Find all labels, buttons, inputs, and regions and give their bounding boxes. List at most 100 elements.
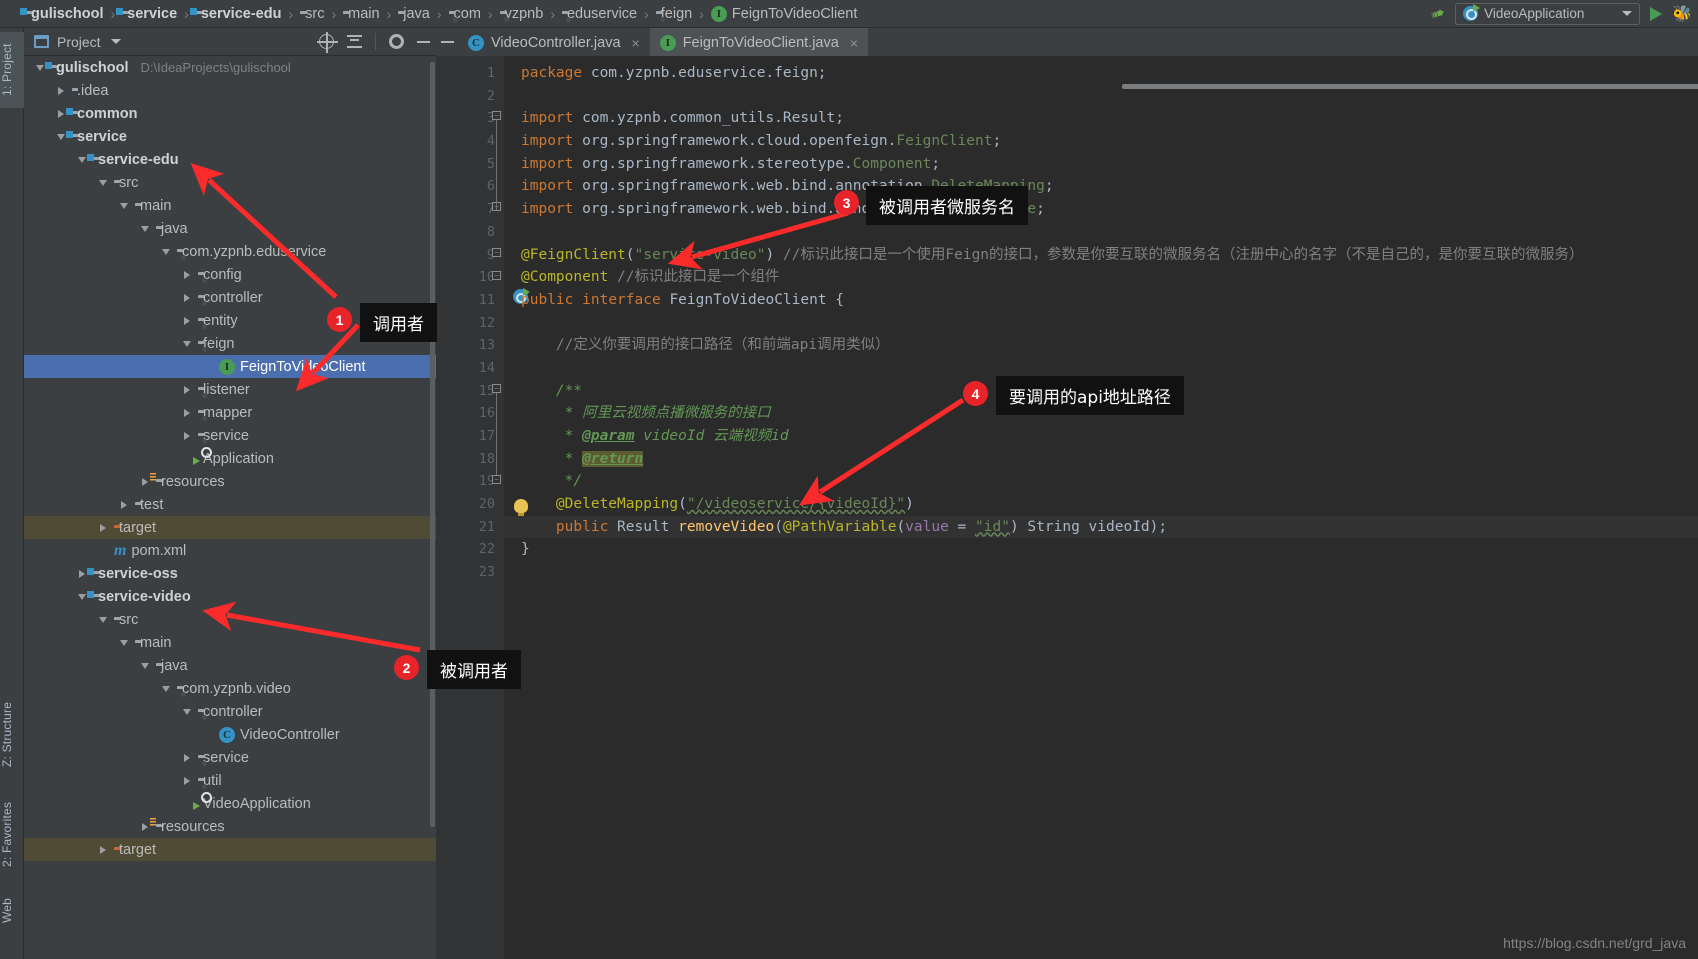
tree-node-src[interactable]: src — [24, 608, 436, 631]
breadcrumb-item-service[interactable]: service — [116, 6, 177, 22]
tree-node-common[interactable]: common — [24, 102, 436, 125]
breadcrumb-item-src[interactable]: src — [300, 6, 324, 22]
chevron-right-icon[interactable] — [181, 385, 193, 394]
tree-node-feigntovideoclient[interactable]: I FeignToVideoClient — [24, 355, 436, 378]
bug-icon[interactable]: 🐝 — [1672, 4, 1692, 24]
tree-node-main[interactable]: main — [24, 194, 436, 217]
editor-horizontal-scrollbar[interactable] — [1122, 84, 1698, 89]
tree-node-test[interactable]: test — [24, 493, 436, 516]
play-icon[interactable] — [1650, 6, 1663, 21]
breadcrumb-item-gulischool[interactable]: gulischool — [20, 6, 104, 22]
breadcrumb-item-main[interactable]: main — [343, 6, 379, 22]
code-content[interactable]: package com.yzpnb.eduservice.feign; impo… — [504, 62, 1698, 959]
tree-node-service-oss[interactable]: service-oss — [24, 562, 436, 585]
tree-node-label: feign — [203, 335, 235, 352]
settings-gear-icon[interactable] — [389, 34, 404, 49]
tab-video-controller[interactable]: C VideoController.java × — [458, 28, 650, 56]
chevron-down-icon[interactable] — [181, 340, 193, 347]
breadcrumb-item-feign[interactable]: feign — [656, 6, 692, 22]
sidebar-item-project[interactable]: 1: Project — [0, 32, 24, 108]
breadcrumb-item-eduservice[interactable]: eduservice — [562, 6, 637, 22]
chevron-right-icon[interactable] — [118, 500, 130, 509]
tree-node-service[interactable]: service — [24, 424, 436, 447]
breadcrumb-separator: › — [487, 5, 493, 22]
fold-marker-javadoc[interactable]: − — [492, 384, 501, 393]
breadcrumb-item-java[interactable]: java — [398, 6, 430, 22]
tree-node-target[interactable]: target — [24, 516, 436, 539]
code-line-1: package com.yzpnb.eduservice.feign; — [521, 65, 827, 81]
tree-node-target[interactable]: target — [24, 838, 436, 861]
chevron-down-icon[interactable] — [1622, 11, 1633, 16]
tree-node-service-edu[interactable]: service-edu — [24, 148, 436, 171]
chevron-down-icon[interactable] — [181, 708, 193, 715]
chevron-down-icon[interactable] — [118, 639, 130, 646]
tree-node-controller[interactable]: controller — [24, 700, 436, 723]
tree-node-com.yzpnb.video[interactable]: com.yzpnb.video — [24, 677, 436, 700]
tree-node-label: FeignToVideoClient — [240, 358, 366, 375]
tree-node-resources[interactable]: resources — [24, 470, 436, 493]
tree-node-java[interactable]: java — [24, 217, 436, 240]
breadcrumb-item-com[interactable]: com — [449, 6, 481, 22]
tree-node-application[interactable]: Application — [24, 447, 436, 470]
chevron-down-icon[interactable] — [139, 662, 151, 669]
hide-editor-icon[interactable] — [436, 28, 458, 56]
tree-node-service[interactable]: service — [24, 125, 436, 148]
tree-node-listener[interactable]: listener — [24, 378, 436, 401]
chevron-down-icon[interactable] — [110, 39, 121, 44]
chevron-right-icon[interactable] — [55, 86, 67, 95]
chevron-right-icon[interactable] — [181, 316, 193, 325]
chevron-down-icon[interactable] — [139, 225, 151, 232]
project-tree-scrollbar[interactable] — [430, 62, 435, 827]
sidebar-item-favorites[interactable]: 2: Favorites — [0, 788, 24, 880]
collapse-all-icon[interactable] — [347, 34, 362, 49]
breadcrumb-item-feigntovideoclient[interactable]: I FeignToVideoClient — [710, 5, 857, 22]
locate-icon[interactable] — [317, 32, 338, 53]
tree-node-main[interactable]: main — [24, 631, 436, 654]
run-configuration-selector[interactable]: VideoApplication — [1455, 2, 1641, 25]
close-icon[interactable]: × — [632, 35, 640, 51]
tab-feign-to-video-client[interactable]: I FeignToVideoClient.java × — [649, 28, 868, 56]
tree-node-config[interactable]: config — [24, 263, 436, 286]
tree-node-service[interactable]: service — [24, 746, 436, 769]
code-folding-column[interactable]: − − − − − − — [492, 56, 504, 959]
breadcrumb-item-service-edu[interactable]: service-edu — [189, 6, 281, 22]
tree-node-label: controller — [203, 703, 263, 720]
chevron-right-icon[interactable] — [181, 753, 193, 762]
tree-node-gulischool[interactable]: gulischool D:\IdeaProjects\gulischool — [24, 56, 436, 79]
fold-marker-component[interactable]: − — [492, 271, 501, 280]
tree-node-src[interactable]: src — [24, 171, 436, 194]
sidebar-item-structure[interactable]: Z: Structure — [0, 688, 24, 780]
breadcrumb-item-yzpnb[interactable]: yzpnb — [500, 6, 544, 22]
chevron-down-icon[interactable] — [97, 616, 109, 623]
close-icon[interactable]: × — [850, 35, 858, 51]
chevron-down-icon[interactable] — [160, 248, 172, 255]
tree-node-videoapplication[interactable]: VideoApplication — [24, 792, 436, 815]
chevron-right-icon[interactable] — [181, 293, 193, 302]
editor-tab-bar: C VideoController.java × I FeignToVideoC… — [436, 28, 1698, 56]
fold-marker-class[interactable]: − — [492, 248, 501, 257]
chevron-down-icon[interactable] — [118, 202, 130, 209]
tree-node-com.yzpnb.eduservice[interactable]: com.yzpnb.eduservice — [24, 240, 436, 263]
tree-node-mapper[interactable]: mapper — [24, 401, 436, 424]
chevron-down-icon[interactable] — [160, 685, 172, 692]
chevron-right-icon[interactable] — [181, 408, 193, 417]
chevron-right-icon[interactable] — [97, 523, 109, 532]
tree-node-java[interactable]: java — [24, 654, 436, 677]
tree-node-util[interactable]: util — [24, 769, 436, 792]
tree-node-.idea[interactable]: .idea — [24, 79, 436, 102]
hammer-icon[interactable]: ➠ — [1428, 2, 1448, 26]
tree-node-videocontroller[interactable]: C VideoController — [24, 723, 436, 746]
chevron-right-icon[interactable] — [181, 776, 193, 785]
hide-icon[interactable] — [417, 40, 430, 43]
chevron-down-icon[interactable] — [97, 179, 109, 186]
fold-marker-javadoc-end[interactable]: − — [492, 475, 501, 484]
chevron-right-icon[interactable] — [97, 845, 109, 854]
sidebar-item-web[interactable]: Web — [0, 890, 24, 930]
tree-node-pom.xml[interactable]: m pom.xml — [24, 539, 436, 562]
chevron-right-icon[interactable] — [181, 431, 193, 440]
tree-node-resources[interactable]: resources — [24, 815, 436, 838]
chevron-right-icon[interactable] — [181, 270, 193, 279]
tree-node-service-video[interactable]: service-video — [24, 585, 436, 608]
code-editor[interactable]: 1 2 3 4 5 6 7 8 9 10 11 12 13 14 15 16 17 18 19 20 21 22 23 − … — [436, 56, 1698, 959]
fold-marker-imports[interactable]: − — [492, 111, 501, 120]
